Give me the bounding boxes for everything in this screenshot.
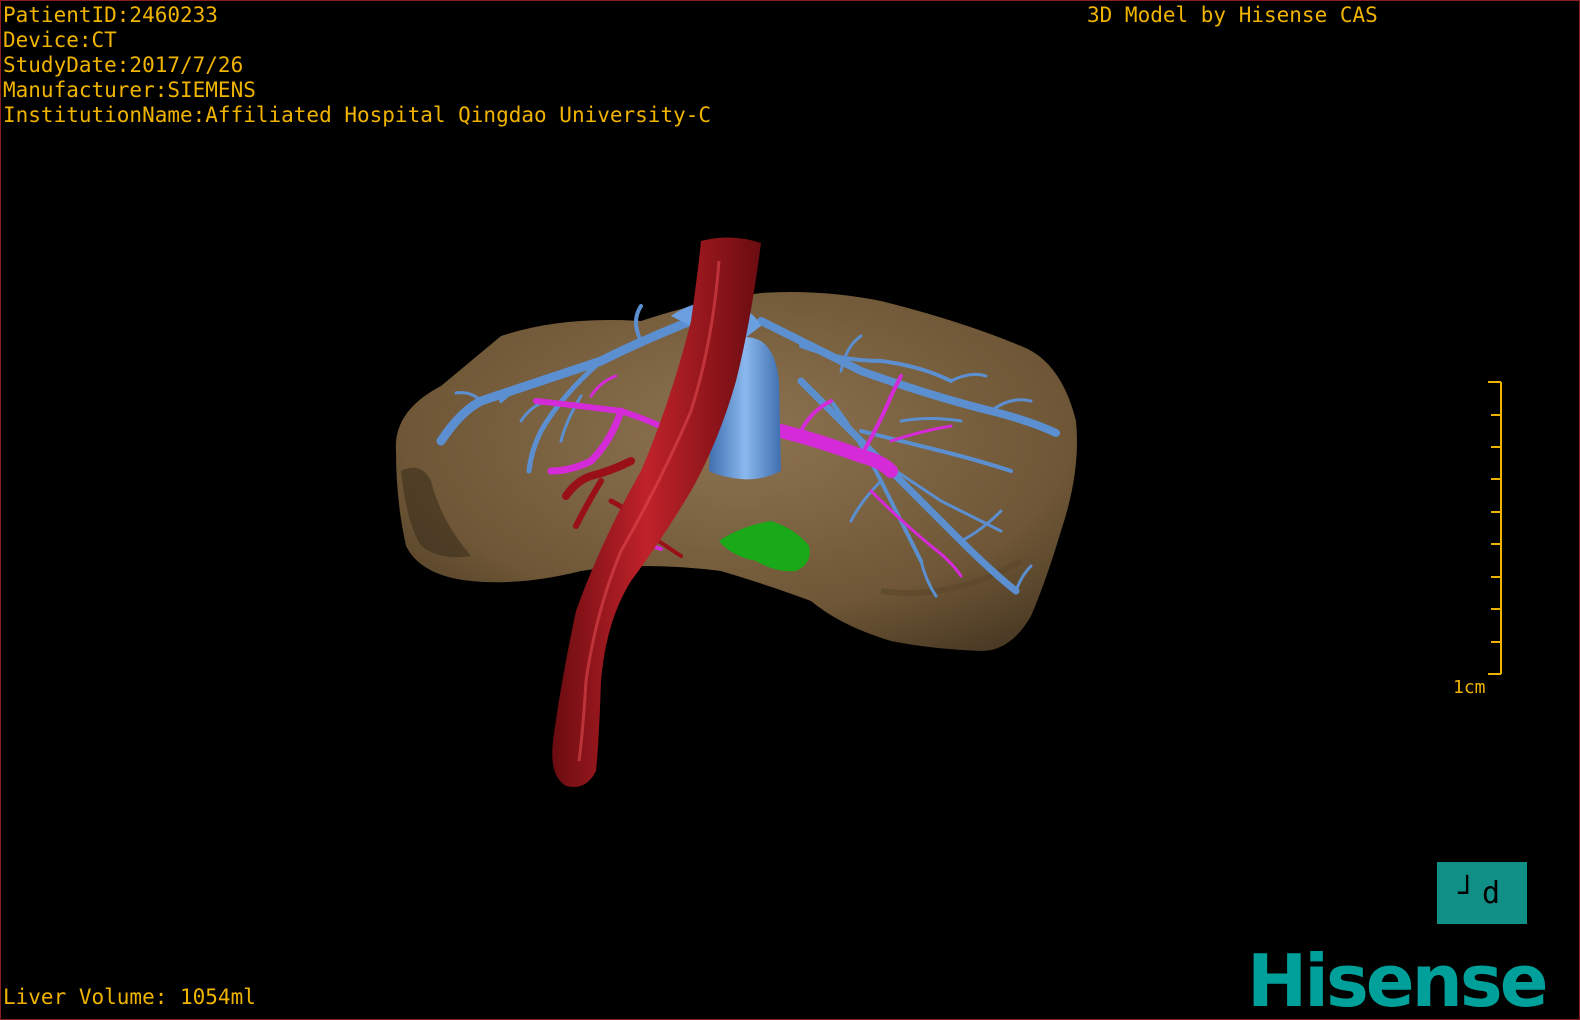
liver-3d-model[interactable] bbox=[1, 1, 1579, 1019]
scale-bar-label: 1cm bbox=[1453, 677, 1486, 698]
model-credit-text: 3D Model by Hisense CAS bbox=[1087, 3, 1378, 27]
scale-bar bbox=[1488, 381, 1502, 675]
3d-viewport[interactable]: PatientID:2460233 Device:CT StudyDate:20… bbox=[0, 0, 1580, 1020]
device-text: Device:CT bbox=[3, 28, 117, 52]
manufacturer-text: Manufacturer:SIEMENS bbox=[3, 78, 256, 102]
study-date-text: StudyDate:2017/7/26 bbox=[3, 53, 244, 77]
dicom-info-overlay: PatientID:2460233 Device:CT StudyDate:20… bbox=[3, 3, 711, 128]
hisense-logo: Hisense bbox=[1247, 939, 1549, 1020]
institution-text: InstitutionName:Affiliated Hospital Qing… bbox=[3, 103, 712, 127]
liver-volume-text: Liver Volume: 1054ml bbox=[3, 985, 256, 1009]
patient-id-text: PatientID:2460233 bbox=[3, 3, 218, 27]
orientation-marker-label: ┘d bbox=[1457, 875, 1507, 911]
orientation-marker[interactable]: ┘d bbox=[1437, 862, 1527, 924]
